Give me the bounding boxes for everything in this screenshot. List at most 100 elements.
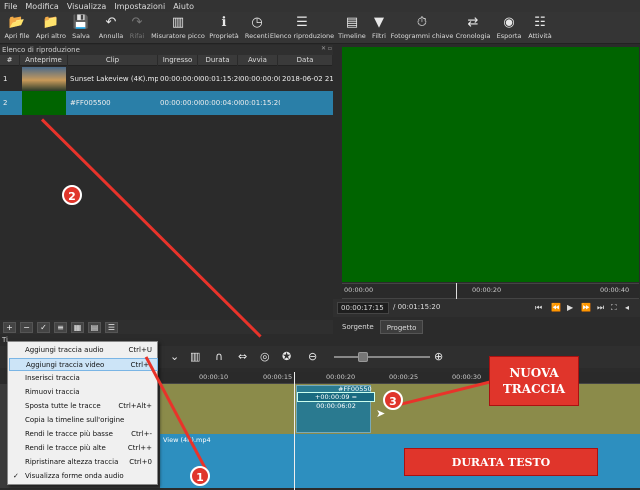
filtri-button[interactable]: ▼ Filtri	[367, 12, 391, 44]
toolbar-label: Esporta	[496, 32, 522, 40]
timeline-button[interactable]: ▤ Timeline	[337, 12, 367, 44]
rifai-button[interactable]: ↷ Rifai	[125, 12, 149, 44]
check-icon[interactable]: ✓	[37, 321, 50, 333]
ruler-tick: 00:00:30	[452, 373, 482, 381]
row-clip: #FF005500	[70, 99, 111, 107]
menu-icon[interactable]: ☰	[105, 321, 118, 333]
salva-button[interactable]: 💾 Salva	[68, 12, 94, 44]
callout-line: NUOVA	[509, 366, 559, 380]
toolbar-label: Apri altro	[36, 32, 66, 40]
menu-item-copia-la-timeline-sull-origine[interactable]: Copia la timeline sull'origine	[9, 414, 158, 427]
toolbar-label: Recenti	[244, 32, 270, 40]
mouse-cursor-icon: ➤	[376, 407, 386, 420]
menu-modifica[interactable]: Modifica	[25, 2, 58, 11]
menu-item-visualizza-forme-onda-audio[interactable]: ✓ Visualizza forme onda audio	[9, 470, 158, 483]
playlist-empty-area[interactable]	[0, 115, 333, 320]
volume-icon[interactable]: ◂	[625, 303, 629, 312]
menu-file[interactable]: File	[4, 2, 17, 11]
row-in: 00:00:00:00	[160, 75, 200, 83]
propriet--button[interactable]: ℹ Proprietà	[207, 12, 241, 44]
menu-item-label: Rendi le tracce più basse	[25, 430, 113, 438]
ripple-all-icon[interactable]: ◎	[260, 350, 270, 363]
ruler-tick: 00:00:20	[472, 286, 502, 294]
recenti-button[interactable]: ◷ Recenti	[245, 12, 269, 44]
skip-end-icon[interactable]: ⏭	[597, 303, 604, 313]
video-preview	[342, 47, 639, 282]
skip-start-icon[interactable]: ⏮	[535, 303, 542, 313]
col-num[interactable]: #	[0, 55, 20, 66]
apri-altro-button[interactable]: 📁 Apri altro	[34, 12, 68, 44]
misuratore-picco-button[interactable]: ▥ Misuratore picco	[151, 12, 205, 44]
toolbar-label: Cronologia	[455, 32, 491, 40]
col-in[interactable]: Ingresso	[158, 55, 198, 66]
zoom-slider[interactable]	[334, 356, 430, 358]
tab-progetto[interactable]: Progetto	[379, 320, 424, 334]
fotogrammi-chiave-button[interactable]: ⏱ Fotogrammi chiave	[390, 12, 454, 44]
menu-item-rimuovi-traccia[interactable]: Rimuovi traccia	[9, 386, 158, 399]
snap-magnet-icon[interactable]: ∩	[215, 350, 223, 363]
row-start: 00:01:15:20	[240, 99, 280, 107]
col-date[interactable]: Data	[278, 55, 333, 66]
col-start[interactable]: Avvia	[238, 55, 278, 66]
menu-item-label: Rimuovi traccia	[25, 388, 80, 396]
toolbar-label: Fotogrammi chiave	[390, 32, 454, 40]
tab-sorgente[interactable]: Sorgente	[336, 320, 380, 334]
history-icon: ⇄	[467, 14, 479, 30]
scrub-icon[interactable]: ✪	[282, 350, 291, 363]
elenco-riproduzione-button[interactable]: ☰ Elenco riproduzione	[270, 12, 334, 44]
menu-item-inserisci-traccia[interactable]: Inserisci traccia	[9, 372, 158, 385]
timeline-playhead[interactable]	[294, 372, 295, 490]
menu-item-aggiungi-traccia-video[interactable]: Aggiungi traccia video Ctrl+I	[9, 358, 158, 371]
menu-impostazioni[interactable]: Impostazioni	[114, 2, 165, 11]
grid-view-icon[interactable]: ▦	[71, 321, 84, 333]
annotation-badge-1: 1	[190, 466, 210, 486]
row-duration: 00:01:15:20	[200, 75, 240, 83]
cronologia-button[interactable]: ⇄ Cronologia	[455, 12, 491, 44]
annulla-button[interactable]: ↶ Annulla	[97, 12, 125, 44]
close-icon[interactable]: ✕ ▫	[318, 45, 332, 55]
menu-item-label: Rendi le tracce più alte	[25, 444, 106, 452]
menu-item-aggiungi-traccia-audio[interactable]: Aggiungi traccia audio Ctrl+U	[9, 344, 158, 357]
ripple-icon[interactable]: ⇔	[238, 350, 247, 363]
col-thumb[interactable]: Anteprime	[20, 55, 68, 66]
col-clip[interactable]: Clip	[68, 55, 158, 66]
zoom-slider-handle[interactable]	[358, 352, 368, 362]
attivit--button[interactable]: ☷ Attività	[526, 12, 554, 44]
playlist-icon: ☰	[296, 14, 308, 30]
current-time-field[interactable]: 00:00:17:15	[337, 302, 389, 314]
list-view-icon[interactable]: ≡	[54, 321, 67, 333]
menu-item-sposta-tutte-le-tracce[interactable]: Sposta tutte le tracce Ctrl+Alt+	[9, 400, 158, 413]
table-row[interactable]: 1 Sunset Lakeview (4K).mp4 00:00:00:00 0…	[0, 67, 333, 91]
rewind-icon[interactable]: ⏪	[551, 303, 561, 312]
zoom-in-icon[interactable]: ⊕	[434, 350, 443, 363]
menu-item-rendi-le-tracce-pi-alte[interactable]: Rendi le tracce più alte Ctrl++	[9, 442, 158, 455]
zoom-out-icon[interactable]: ⊖	[308, 350, 317, 363]
viewer-tabs: Sorgente Progetto	[336, 320, 456, 334]
viewer-playhead[interactable]	[456, 283, 457, 299]
viewer-ruler[interactable]: 00:00:00 00:00:20 00:00:40	[342, 283, 639, 299]
apri-file-button[interactable]: 📂 Apri file	[2, 12, 32, 44]
menu-aiuto[interactable]: Aiuto	[173, 2, 194, 11]
play-icon[interactable]: ▶	[567, 303, 573, 312]
esporta-button[interactable]: ◉ Esporta	[495, 12, 523, 44]
menu-item-ripristinare-altezza-traccia[interactable]: Ripristinare altezza traccia Ctrl+0	[9, 456, 158, 469]
fullscreen-icon[interactable]: ⛶	[611, 303, 617, 313]
toolbar-label: Attività	[528, 32, 552, 40]
menu-visualizza[interactable]: Visualizza	[67, 2, 106, 11]
chevron-down-icon[interactable]: ⌄	[170, 350, 179, 363]
row-clip: Sunset Lakeview (4K).mp4	[70, 75, 158, 83]
add-icon[interactable]: +	[3, 321, 16, 333]
peak-meter-icon: ▥	[171, 14, 185, 30]
menu-item-label: Inserisci traccia	[25, 374, 80, 382]
toolbar-label: Proprietà	[209, 32, 239, 40]
menu-item-label: Aggiungi traccia video	[26, 361, 105, 369]
menu-item-rendi-le-tracce-pi-basse[interactable]: Rendi le tracce più basse Ctrl+-	[9, 428, 158, 441]
remove-icon[interactable]: −	[20, 321, 33, 333]
annotation-badge-3: 3	[383, 390, 403, 410]
split-icon[interactable]: ▥	[190, 350, 200, 363]
table-row[interactable]: 2 #FF005500 00:00:00:00 00:00:04:00 00:0…	[0, 91, 333, 115]
row-duration: 00:00:04:00	[200, 99, 240, 107]
tile-view-icon[interactable]: ▤	[88, 321, 101, 333]
col-duration[interactable]: Durata	[198, 55, 238, 66]
fast-forward-icon[interactable]: ⏩	[581, 303, 591, 312]
